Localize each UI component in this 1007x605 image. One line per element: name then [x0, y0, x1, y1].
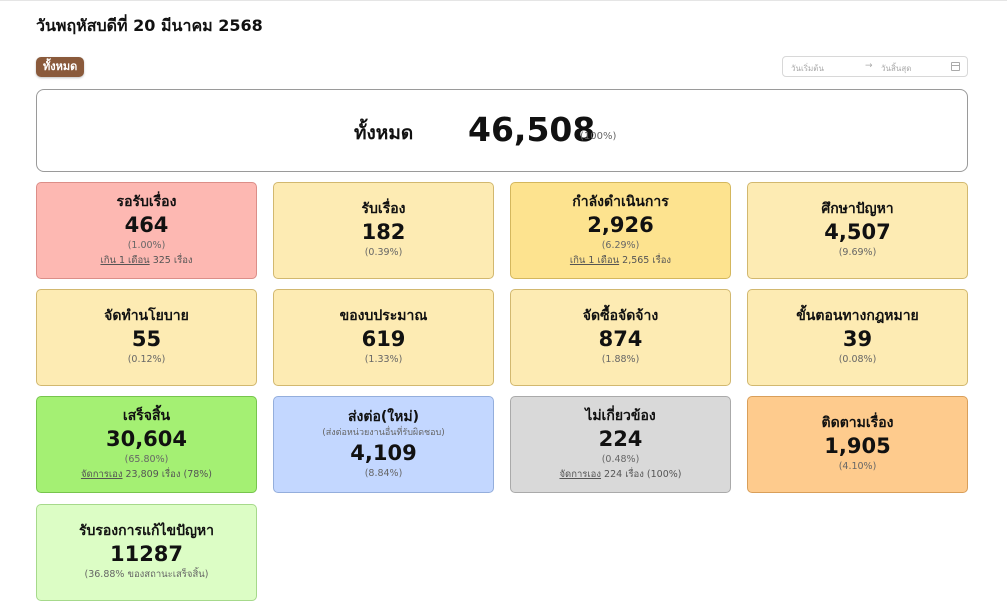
card-subtitle: (ส่งต่อหน่วยงานอื่นที่รับผิดชอบ) [322, 427, 445, 438]
status-card-received[interactable]: รับเรื่อง 182 (0.39%) [273, 182, 494, 279]
total-value: 46,508 [468, 110, 596, 149]
status-card-budget[interactable]: ของบประมาณ 619 (1.33%) [273, 289, 494, 386]
card-title: ไม่เกี่ยวข้อง [585, 408, 656, 424]
card-title: ติดตามเรื่อง [821, 415, 894, 431]
card-value: 11287 [109, 542, 184, 566]
card-percent: (0.12%) [127, 354, 166, 365]
status-card-completed[interactable]: เสร็จสิ้น 30,604 (65.80%) จัดการเอง 23,8… [36, 396, 257, 493]
card-percent: (1.00%) [127, 240, 166, 251]
total-percent: (100%) [580, 131, 617, 142]
end-date-input[interactable]: วันสิ้นสุด [881, 62, 911, 75]
card-percent: (0.48%) [601, 454, 640, 465]
card-percent: (9.69%) [838, 247, 877, 258]
card-title: กำลังดำเนินการ [572, 194, 669, 210]
card-title: ส่งต่อ(ใหม่) [348, 408, 419, 425]
card-value: 4,109 [350, 440, 417, 465]
card-value: 2,926 [587, 213, 654, 237]
status-card-legal[interactable]: ขั้นตอนทางกฎหมาย 39 (0.08%) [747, 289, 968, 386]
card-percent: (8.84%) [364, 467, 403, 479]
card-title: เสร็จสิ้น [122, 408, 171, 424]
arrow-right-icon: → [865, 61, 873, 71]
card-title: รับรองการแก้ไขปัญหา [78, 523, 215, 539]
page-title: วันพฤหัสบดีที่ 20 มีนาคม 2568 [36, 16, 263, 35]
self-handled-link[interactable]: จัดการเอง [559, 469, 601, 480]
card-extra-text: 325 เรื่อง [152, 255, 193, 266]
status-card-study[interactable]: ศึกษาปัญหา 4,507 (9.69%) [747, 182, 968, 279]
card-title: ของบประมาณ [339, 308, 428, 324]
total-label: ทั้งหมด [354, 122, 414, 144]
card-percent: (0.39%) [364, 247, 403, 258]
status-card-procurement[interactable]: จัดซื้อจัดจ้าง 874 (1.88%) [510, 289, 731, 386]
filter-tag-all[interactable]: ทั้งหมด [36, 57, 85, 77]
card-percent: (1.88%) [601, 354, 640, 365]
card-extra: เกิน 1 เดือน 325 เรื่อง [100, 254, 192, 268]
card-title: จัดทำนโยบาย [104, 308, 189, 324]
status-card-waiting[interactable]: รอรับเรื่อง 464 (1.00%) เกิน 1 เดือน 325… [36, 182, 257, 279]
date-range-picker[interactable]: วันเริ่มต้น → วันสิ้นสุด [782, 56, 968, 77]
card-value: 619 [361, 327, 406, 351]
card-percent: (1.33%) [364, 354, 403, 365]
card-extra-text: 23,809 เรื่อง (78%) [125, 469, 213, 480]
calendar-icon[interactable] [951, 62, 960, 71]
card-extra: จัดการเอง 224 เรื่อง (100%) [559, 468, 681, 482]
card-percent: (6.29%) [601, 240, 640, 251]
status-card-irrelevant[interactable]: ไม่เกี่ยวข้อง 224 (0.48%) จัดการเอง 224 … [510, 396, 731, 493]
card-extra-text: 224 เรื่อง (100%) [604, 469, 682, 480]
card-title: จัดซื้อจัดจ้าง [582, 308, 659, 324]
card-value: 874 [598, 327, 643, 351]
card-title: รอรับเรื่อง [116, 194, 177, 210]
status-card-certified[interactable]: รับรองการแก้ไขปัญหา 11287 (36.88% ของสถา… [36, 504, 257, 601]
card-value: 55 [131, 327, 162, 351]
self-handled-link[interactable]: จัดการเอง [81, 469, 123, 480]
card-percent: (4.10%) [838, 461, 877, 472]
card-percent: (36.88% ของสถานะเสร็จสิ้น) [84, 569, 209, 580]
card-value: 4,507 [824, 220, 891, 244]
card-percent: (0.08%) [838, 354, 877, 365]
top-divider [0, 0, 1007, 1]
card-value: 182 [361, 220, 406, 244]
card-value: 39 [842, 327, 873, 351]
start-date-input[interactable]: วันเริ่มต้น [791, 62, 824, 75]
status-card-in-progress[interactable]: กำลังดำเนินการ 2,926 (6.29%) เกิน 1 เดือ… [510, 182, 731, 279]
overdue-link[interactable]: เกิน 1 เดือน [570, 255, 619, 266]
overdue-link[interactable]: เกิน 1 เดือน [100, 255, 149, 266]
card-title: ศึกษาปัญหา [821, 201, 894, 217]
card-title: ขั้นตอนทางกฎหมาย [796, 308, 919, 324]
total-summary-card[interactable]: ทั้งหมด 46,508 (100%) [36, 89, 968, 172]
card-title: รับเรื่อง [361, 201, 406, 217]
card-value: 224 [598, 427, 643, 451]
card-extra-text: 2,565 เรื่อง [622, 255, 672, 266]
card-value: 30,604 [105, 427, 188, 451]
card-extra: จัดการเอง 23,809 เรื่อง (78%) [81, 468, 212, 482]
card-percent: (65.80%) [124, 454, 169, 465]
status-card-forwarded[interactable]: ส่งต่อ(ใหม่) (ส่งต่อหน่วยงานอื่นที่รับผิ… [273, 396, 494, 493]
status-card-policy[interactable]: จัดทำนโยบาย 55 (0.12%) [36, 289, 257, 386]
card-value: 464 [124, 213, 169, 237]
status-card-follow-up[interactable]: ติดตามเรื่อง 1,905 (4.10%) [747, 396, 968, 493]
card-value: 1,905 [824, 434, 891, 458]
card-extra: เกิน 1 เดือน 2,565 เรื่อง [570, 254, 671, 268]
